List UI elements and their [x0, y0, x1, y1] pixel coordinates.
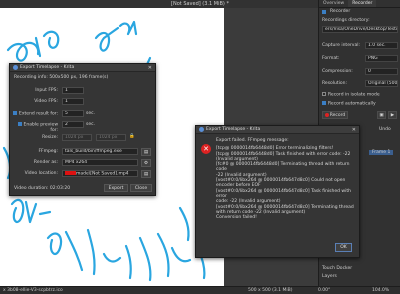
- error-line: [vost#0:0/libx264 @ 0000014fb647d8c0] Ta…: [216, 188, 351, 199]
- record-auto-row[interactable]: Record automatically: [322, 101, 376, 107]
- video-location-browse-icon[interactable]: ▤: [141, 170, 151, 178]
- undo-label: Undo: [379, 127, 391, 132]
- compression-label: Compression:: [322, 69, 353, 74]
- capture-interval-label: Capture interval:: [322, 43, 360, 48]
- folder-icon[interactable]: ▣: [377, 111, 386, 119]
- krita-icon: [199, 127, 204, 132]
- enable-preview-text: Enable preview for:: [23, 122, 59, 133]
- resolution-label: Resolution:: [322, 81, 348, 86]
- video-location-text: made\[Not Saved].mp4: [76, 171, 129, 177]
- close-button[interactable]: Close: [130, 184, 152, 192]
- error-message: Export failed. FFmpeg message: [tcp@ 000…: [216, 138, 356, 220]
- recordings-directory-label: Recordings directory:: [322, 18, 370, 23]
- close-icon[interactable]: ✕: [352, 127, 356, 133]
- record-isolate-row[interactable]: Record in isolate mode: [322, 92, 380, 98]
- recording-info: Recording info: 500x500 px, 196 frame(s): [14, 75, 109, 80]
- redacted-path: [65, 171, 76, 175]
- ffmpeg-path-field[interactable]: tals_build/bin/ffmpeg.exe: [62, 148, 138, 155]
- record-button-label: Record: [329, 112, 346, 118]
- video-fps-label: Video FPS:: [34, 99, 58, 104]
- status-zoom[interactable]: 104.0%: [372, 288, 389, 293]
- status-brush-preset[interactable]: x 3b08-ellie-V3-scpbtrz.ico: [3, 288, 63, 293]
- record-auto-checkbox[interactable]: [322, 101, 326, 105]
- enable-preview-label[interactable]: Enable preview for:: [10, 122, 58, 133]
- lock-icon[interactable]: 🔒: [129, 134, 135, 139]
- export-timelapse-dialog: Export Timelapse - Krita ✕ Recording inf…: [9, 63, 156, 196]
- record-auto-label: Record automatically: [328, 101, 376, 107]
- record-isolate-label: Record in isolate mode: [328, 92, 380, 98]
- render-settings-icon[interactable]: ⚙: [141, 159, 151, 167]
- export-failed-dialog: Export Timelapse - Krita ✕ ✕ Export fail…: [195, 125, 360, 258]
- error-heading: Export failed. FFmpeg message:: [216, 138, 289, 143]
- render-as-label: Render as:: [33, 160, 58, 165]
- extend-unit: sec.: [86, 111, 96, 116]
- krita-icon: [13, 65, 18, 70]
- status-bar: x 3b08-ellie-V3-scpbtrz.ico 500 x 500 (3…: [0, 286, 400, 294]
- resize-width-field[interactable]: 1024 px: [62, 134, 92, 141]
- ffmpeg-label: FFmpeg:: [38, 149, 58, 154]
- ffmpeg-browse-icon[interactable]: ▤: [141, 148, 151, 156]
- record-isolate-checkbox[interactable]: [322, 92, 326, 96]
- ok-button[interactable]: OK: [335, 243, 352, 252]
- error-line: Conversion failed!: [216, 215, 257, 221]
- extend-result-field[interactable]: 5: [62, 110, 84, 117]
- extend-result-checkbox[interactable]: [13, 111, 18, 115]
- error-line: [fc#0 @ 0000014fb6448d0] Terminating thr…: [216, 162, 350, 173]
- export-dialog-title: Export Timelapse - Krita: [20, 65, 75, 70]
- export-button[interactable]: Export: [104, 184, 128, 192]
- format-select[interactable]: PNG: [365, 55, 398, 62]
- extend-result-label[interactable]: Extend result for:: [10, 111, 58, 117]
- capture-interval-field[interactable]: 1.0 sec.: [365, 42, 398, 49]
- recorder-header-label: Recorder: [330, 9, 351, 14]
- failed-dialog-titlebar: Export Timelapse - Krita ✕: [196, 126, 359, 134]
- video-duration: Video duration: 02:03:20: [14, 186, 71, 191]
- input-fps-label: Input FPS:: [35, 88, 58, 93]
- record-icon: [324, 113, 329, 117]
- touch-docker-label: Touch Docker: [322, 266, 353, 271]
- recorder-header: Recorder: [319, 8, 400, 15]
- export-icon[interactable]: ▶: [388, 111, 397, 119]
- resize-label: Resize:: [42, 135, 58, 140]
- input-fps-field[interactable]: 1: [62, 87, 84, 94]
- tab-recorder[interactable]: Recorder: [348, 0, 377, 7]
- recordings-directory-field[interactable]: ers/Visa/OneDrive/Desktop/Testing: [322, 26, 398, 33]
- enable-preview-checkbox[interactable]: [17, 122, 22, 126]
- record-button[interactable]: Record: [322, 111, 348, 119]
- frame-item[interactable]: Frame 1: [369, 150, 394, 155]
- export-dialog-titlebar: Export Timelapse - Krita ✕: [10, 64, 155, 72]
- video-location-field[interactable]: made\[Not Saved].mp4: [62, 170, 138, 177]
- status-image-size: 500 x 500 (3.1 MiB): [248, 288, 293, 293]
- compression-field[interactable]: 0: [365, 68, 398, 75]
- window-title: [Not Saved] (3.1 MiB) *: [171, 1, 229, 7]
- video-location-label: Video location:: [24, 171, 58, 176]
- extend-result-text: Extend result for:: [19, 111, 58, 117]
- layers-label: Layers: [322, 274, 337, 279]
- recorder-toggle-icon[interactable]: [322, 9, 326, 14]
- preview-unit: sec.: [86, 122, 96, 127]
- resize-height-field[interactable]: 1024 px: [96, 134, 126, 141]
- format-label: Format:: [322, 56, 340, 61]
- close-icon[interactable]: ✕: [148, 65, 152, 71]
- video-fps-field[interactable]: 1: [62, 98, 84, 105]
- docker-tabs: Overview Recorder: [319, 0, 400, 8]
- tab-overview[interactable]: Overview: [319, 0, 348, 7]
- render-as-select[interactable]: MP4 x264: [62, 159, 138, 166]
- resolution-select[interactable]: Original (500x500): [365, 80, 398, 87]
- error-icon: ✕: [201, 144, 211, 154]
- status-rotation[interactable]: 0.00°: [318, 288, 330, 293]
- enable-preview-field[interactable]: 2: [62, 121, 84, 128]
- failed-dialog-title: Export Timelapse - Krita: [206, 127, 261, 132]
